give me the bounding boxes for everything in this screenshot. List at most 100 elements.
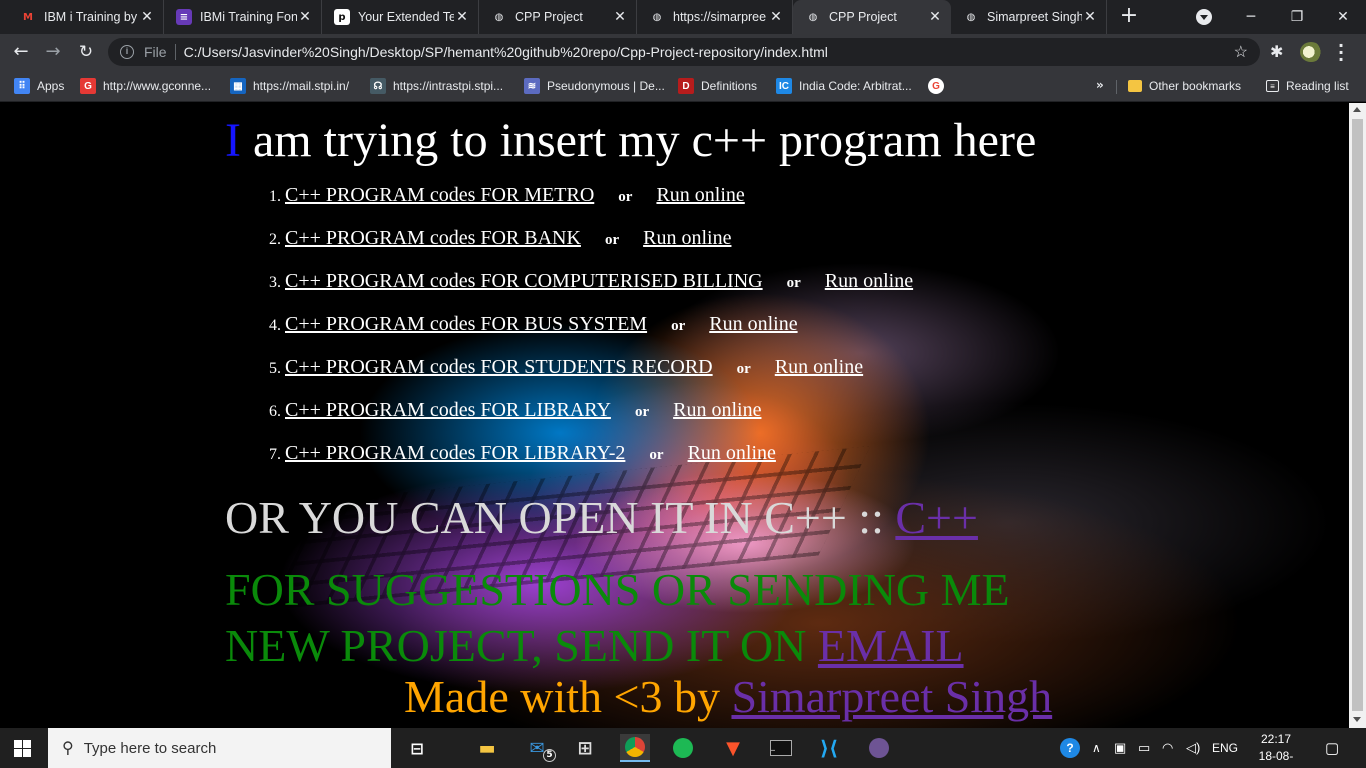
meet-now-icon[interactable]: ▣ [1114, 728, 1126, 768]
bookmark-item[interactable]: G [928, 76, 951, 96]
bookmarks-overflow-icon[interactable]: » [1096, 78, 1104, 92]
tab-title: https://simarpree [673, 10, 767, 24]
tab-close-icon[interactable]: ✕ [297, 9, 313, 25]
tab-close-icon[interactable]: ✕ [768, 9, 784, 25]
spotify-icon[interactable] [668, 734, 698, 762]
bookmark-label: India Code: Arbitrat... [799, 79, 912, 93]
tab-close-icon[interactable]: ✕ [612, 9, 628, 25]
tab-6[interactable]: ◍ CPP Project ✕ [793, 0, 951, 34]
terminal-icon[interactable]: _ [766, 734, 796, 762]
windows-start-icon[interactable] [14, 740, 31, 757]
tab-3[interactable]: p Your Extended Te ✕ [322, 0, 479, 34]
minimize-button[interactable]: ─ [1228, 0, 1274, 34]
reading-list[interactable]: ≡ Reading list [1266, 76, 1349, 96]
vscode-icon[interactable]: ⟩⟨ [814, 734, 844, 762]
email-link[interactable]: EMAIL [818, 620, 964, 671]
bookmark-star-icon[interactable]: ☆ [1234, 42, 1248, 62]
bookmark-item[interactable]: ≋ Pseudonymous | De... [524, 76, 665, 96]
project-code-link[interactable]: C++ PROGRAM codes FOR METRO [285, 184, 594, 207]
tab-close-icon[interactable]: ✕ [927, 9, 943, 25]
project-code-link[interactable]: C++ PROGRAM codes FOR BUS SYSTEM [285, 313, 647, 336]
page-viewport: I am trying to insert my c++ program her… [0, 103, 1349, 728]
language-indicator[interactable]: ENG [1212, 728, 1238, 768]
task-view-icon[interactable]: ⊟ [402, 734, 432, 762]
made-with-line: Made with <3 by Simarpreet Singh [404, 670, 1052, 723]
run-online-link[interactable]: Run online [825, 270, 913, 293]
mail-icon[interactable]: ✉ 5 [522, 734, 556, 762]
store-icon[interactable]: ⊞ [570, 734, 600, 762]
url-text[interactable]: C:/Users/Jasvinder%20Singh/Desktop/SP/he… [184, 44, 828, 60]
taskbar-search-box[interactable]: ⚲ Type here to search [48, 728, 391, 768]
open-text: OR YOU CAN OPEN IT IN C++ :: [225, 492, 896, 543]
run-online-link[interactable]: Run online [688, 442, 776, 465]
brave-icon[interactable]: ▼ [718, 734, 748, 762]
page-scrollbar[interactable] [1349, 103, 1366, 728]
tab-search-icon[interactable] [1196, 9, 1212, 25]
project-code-link[interactable]: C++ PROGRAM codes FOR LIBRARY [285, 399, 611, 422]
volume-icon[interactable]: ◁) [1186, 728, 1200, 768]
file-explorer-icon[interactable]: ▬ [472, 734, 502, 762]
bookmark-item[interactable]: Ghttp://www.gconne... [80, 76, 211, 96]
search-placeholder: Type here to search [83, 739, 217, 757]
maximize-button[interactable]: ❐ [1274, 0, 1320, 34]
run-online-link[interactable]: Run online [775, 356, 863, 379]
run-online-link[interactable]: Run online [643, 227, 731, 250]
github-icon[interactable] [864, 734, 894, 762]
scroll-down-arrow-icon[interactable] [1353, 717, 1361, 722]
tab-close-icon[interactable]: ✕ [139, 9, 155, 25]
run-online-link[interactable]: Run online [709, 313, 797, 336]
project-code-link[interactable]: C++ PROGRAM codes FOR STUDENTS RECORD [285, 356, 713, 379]
gmail-icon: M [23, 11, 33, 23]
made-with-text: Made with <3 by [404, 671, 732, 722]
clock-date: 18-08-2021 [1258, 749, 1294, 768]
project-list-item: 7. C++ PROGRAM codes FOR LIBRARY-2 or Run o… [260, 442, 913, 485]
bookmark-label: Apps [37, 79, 65, 93]
project-code-link[interactable]: C++ PROGRAM codes FOR COMPUTERISED BILLI… [285, 270, 763, 293]
notifications-icon[interactable]: ▢ [1325, 728, 1339, 768]
project-list: 1. C++ PROGRAM codes FOR METRO or Run onlin… [260, 184, 913, 485]
project-list-item: 6. C++ PROGRAM codes FOR LIBRARY or Run onl… [260, 399, 913, 442]
back-button[interactable]: ← [8, 39, 34, 65]
reload-button[interactable]: ↻ [73, 39, 99, 65]
tab-7[interactable]: ◍ Simarpreet Singh ✕ [951, 0, 1107, 34]
other-bookmarks[interactable]: Other bookmarks [1128, 76, 1241, 96]
wifi-icon[interactable]: ◠ [1162, 728, 1173, 768]
extensions-icon[interactable]: ✱ [1270, 42, 1283, 61]
scroll-thumb[interactable] [1352, 119, 1363, 711]
menu-icon[interactable]: · · · [1336, 38, 1346, 68]
help-icon[interactable]: ? [1060, 728, 1080, 768]
new-tab-button[interactable]: + [1116, 5, 1142, 29]
project-code-link[interactable]: C++ PROGRAM codes FOR LIBRARY-2 [285, 442, 625, 465]
project-code-link[interactable]: C++ PROGRAM codes FOR BANK [285, 227, 581, 250]
address-bar[interactable]: i File C:/Users/Jasvinder%20Singh/Deskto… [108, 38, 1260, 66]
tab-close-icon[interactable]: ✕ [454, 9, 470, 25]
bookmark-label: Pseudonymous | De... [547, 79, 665, 93]
run-online-link[interactable]: Run online [673, 399, 761, 422]
bookmark-item[interactable]: IC India Code: Arbitrat... [776, 76, 912, 96]
clock[interactable]: 22:17 18-08-2021 [1250, 731, 1302, 768]
profile-avatar[interactable] [1300, 42, 1322, 62]
tray-chevron-icon[interactable]: ∧ [1092, 728, 1101, 768]
bookmark-favicon-icon: G [80, 78, 96, 94]
project-list-item: 5. C++ PROGRAM codes FOR STUDENTS RECORD o… [260, 356, 913, 399]
bookmark-item[interactable]: ⠿ Apps [14, 76, 64, 96]
chrome-taskbar-icon[interactable] [620, 734, 650, 762]
info-icon[interactable]: i [120, 45, 134, 59]
folder-icon [1128, 80, 1142, 92]
run-online-link[interactable]: Run online [656, 184, 744, 207]
file-label: File [144, 44, 167, 60]
author-link[interactable]: Simarpreet Singh [731, 671, 1052, 722]
bookmark-item[interactable]: ▦ https://mail.stpi.in/ [230, 76, 349, 96]
tab-2[interactable]: ≡ IBMi Training Fon ✕ [164, 0, 322, 34]
bookmark-item[interactable]: ☊ https://intrastpi.stpi... [370, 76, 503, 96]
tab-4[interactable]: ◍ CPP Project ✕ [479, 0, 637, 34]
tab-5[interactable]: ◍ https://simarpree ✕ [637, 0, 793, 34]
tab-close-icon[interactable]: ✕ [1082, 9, 1098, 25]
forward-button[interactable]: → [40, 39, 66, 65]
scroll-up-arrow-icon[interactable] [1353, 107, 1361, 112]
tab-1[interactable]: M IBM i Training by ✕ [8, 0, 164, 34]
open-cpp-link[interactable]: C++ [895, 492, 978, 543]
battery-icon[interactable]: ▭ [1138, 728, 1150, 768]
bookmark-item[interactable]: D Definitions [678, 76, 757, 96]
close-window-button[interactable]: ✕ [1320, 0, 1366, 34]
